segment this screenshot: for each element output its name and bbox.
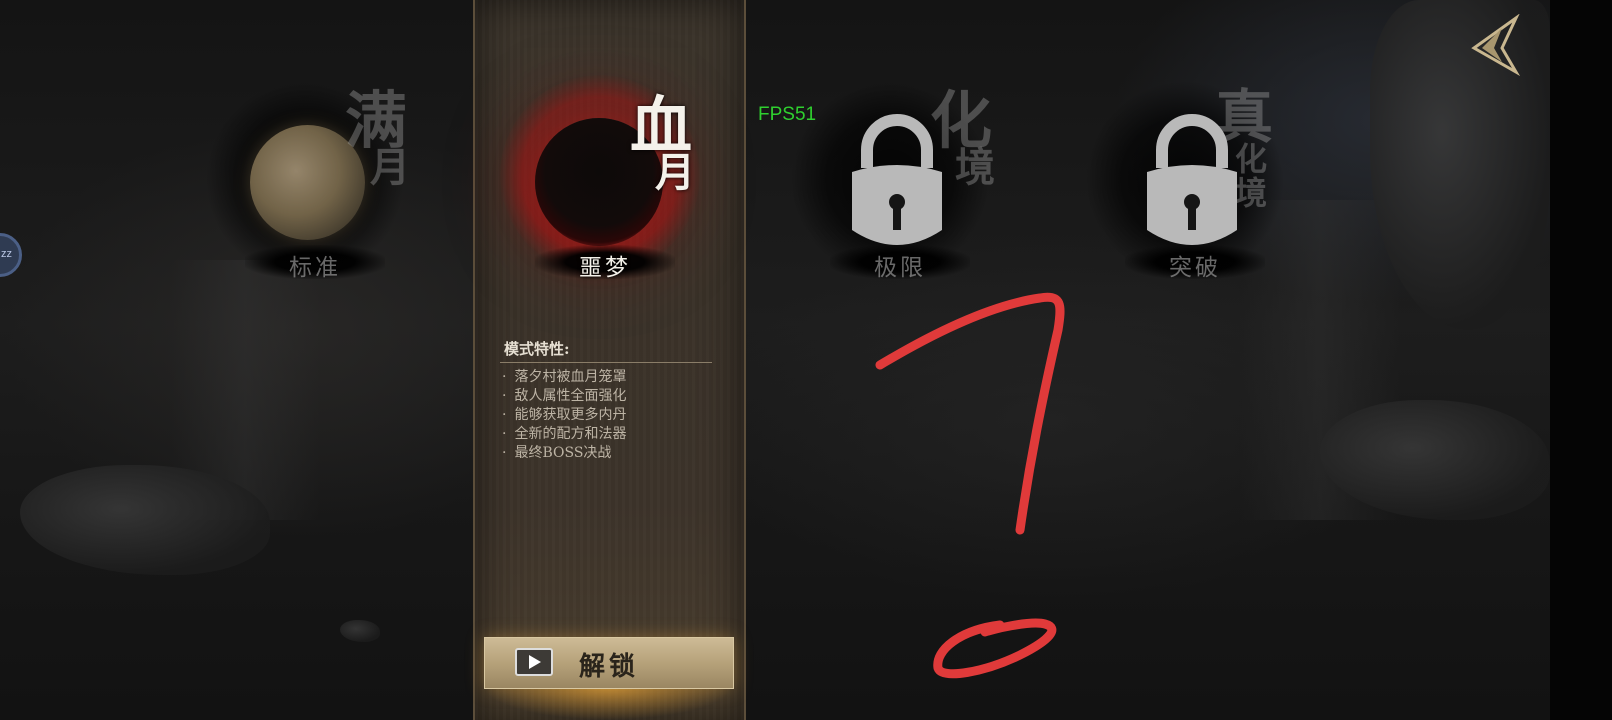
mode-label: 噩梦: [579, 255, 631, 281]
mode-label: 突破: [1169, 255, 1221, 281]
mode-breakthrough[interactable]: 真 化 境 突破: [1085, 70, 1285, 290]
feature-item: 能够获取更多内丹: [502, 406, 626, 425]
screen-edge: [1550, 0, 1612, 720]
lock-icon: [852, 114, 942, 245]
side-bubble-text: zz: [1, 248, 12, 260]
mode-label: 标准: [289, 255, 341, 281]
lock-icon: [1147, 114, 1237, 245]
background-rock: [340, 620, 380, 642]
unlock-button[interactable]: 解锁: [484, 637, 734, 689]
feature-item: 落夕村被血月笼罩: [502, 368, 626, 387]
mode-standard[interactable]: 满 月 标准: [205, 70, 410, 290]
moon-char-2: 月: [370, 144, 410, 191]
features-list: 落夕村被血月笼罩 敌人属性全面强化 能够获取更多内丹 全新的配方和法器 最终BO…: [502, 368, 626, 463]
background-rock: [20, 465, 270, 575]
moon-char-2: 月: [655, 149, 695, 196]
feature-item: 全新的配方和法器: [502, 425, 626, 444]
mode-label: 极限: [874, 255, 926, 281]
features-divider: [500, 362, 712, 363]
video-play-icon: [515, 648, 553, 676]
unlock-glow: [484, 687, 732, 720]
feature-item: 敌人属性全面强化: [502, 387, 626, 406]
unlock-button-label: 解锁: [579, 652, 640, 682]
mode-nightmare[interactable]: 血 月 噩梦: [495, 70, 700, 290]
features-title: 模式特性:: [504, 340, 570, 358]
moon-char-2: 境: [955, 144, 995, 191]
feature-item: 最终BOSS决战: [502, 444, 626, 463]
mode-extreme[interactable]: 化 境 极限: [790, 70, 995, 290]
back-arrow-icon[interactable]: [1466, 14, 1520, 76]
